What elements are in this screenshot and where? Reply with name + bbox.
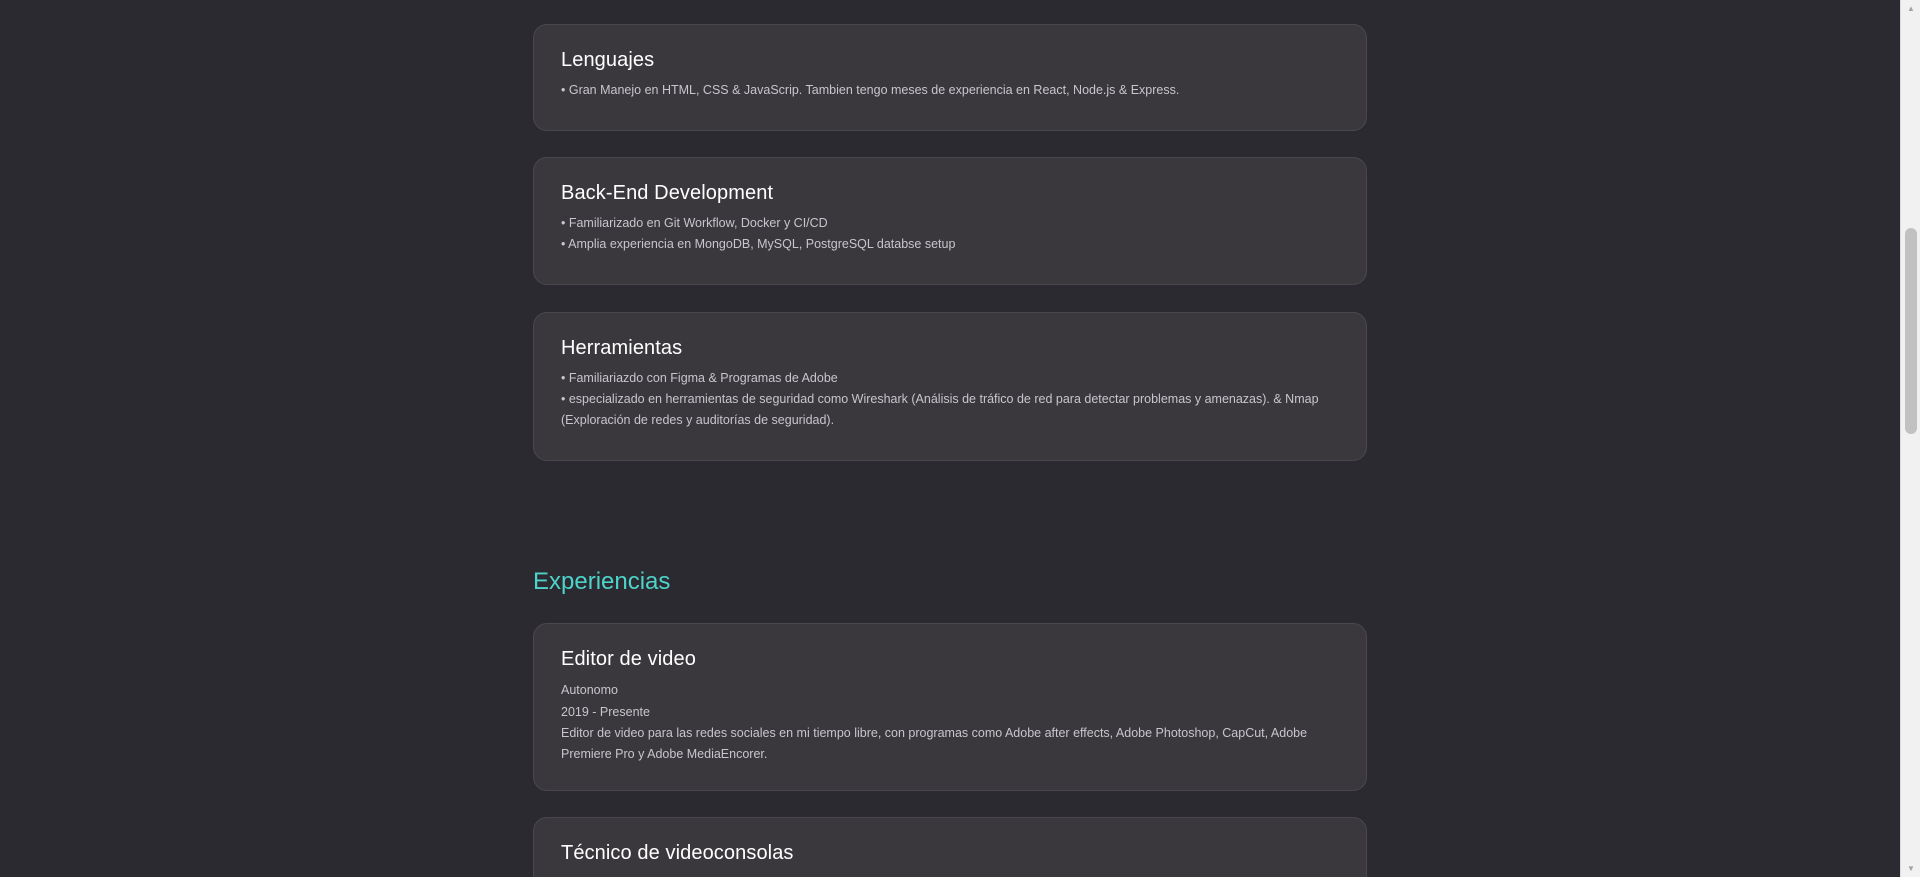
experience-card-title: Editor de video bbox=[561, 648, 696, 670]
experience-card-tecnico: Técnico de videoconsolas bbox=[533, 817, 1367, 877]
experience-period: 2019 - Presente bbox=[561, 705, 650, 719]
skill-card-line: • Amplia experiencia en MongoDB, MySQL, … bbox=[561, 237, 956, 251]
skill-card-line: • Familiarizado en Git Workflow, Docker … bbox=[561, 216, 828, 230]
skill-card-lenguajes: Lenguajes • Gran Manejo en HTML, CSS & J… bbox=[533, 24, 1367, 131]
experiences-section-title: Experiencias bbox=[533, 568, 671, 595]
vertical-scrollbar[interactable]: ▲ ▼ bbox=[1900, 0, 1920, 877]
skill-card-title: Herramientas bbox=[561, 337, 683, 359]
skill-card-line: • especializado en herramientas de segur… bbox=[561, 392, 1319, 427]
experience-company: Autonomo bbox=[561, 683, 618, 697]
skill-card-line: • Gran Manejo en HTML, CSS & JavaScrip. … bbox=[561, 83, 1180, 97]
experience-description: Editor de video para las redes sociales … bbox=[561, 726, 1308, 761]
scroll-up-icon[interactable]: ▲ bbox=[1901, 0, 1920, 17]
skill-card-line: • Familiariazdo con Figma & Programas de… bbox=[561, 371, 838, 385]
skill-card-title: Back-End Development bbox=[561, 182, 774, 204]
experience-card-title: Técnico de videoconsolas bbox=[561, 842, 794, 864]
experience-card-editor: Editor de video Autonomo 2019 - Presente… bbox=[533, 623, 1367, 791]
skill-card-backend: Back-End Development • Familiarizado en … bbox=[533, 157, 1367, 285]
scrollbar-thumb[interactable] bbox=[1905, 228, 1917, 434]
skill-card-title: Lenguajes bbox=[561, 49, 655, 71]
skill-card-herramientas: Herramientas • Familiariazdo con Figma &… bbox=[533, 312, 1367, 461]
scroll-down-icon[interactable]: ▼ bbox=[1901, 860, 1920, 877]
